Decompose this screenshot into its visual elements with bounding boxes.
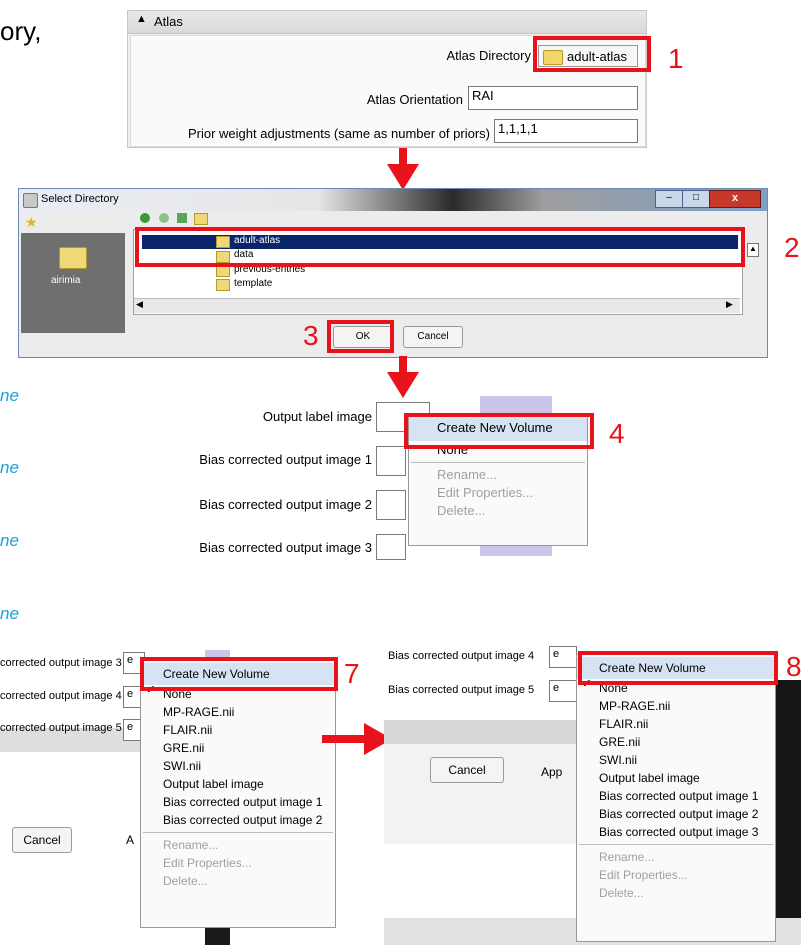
menu-item[interactable]: Bias corrected output image 2 xyxy=(141,811,335,829)
menu-item[interactable]: GRE.nii xyxy=(577,733,775,751)
menu-item[interactable]: Bias corrected output image 2 xyxy=(577,805,775,823)
panel7-apply-fragment[interactable]: A xyxy=(126,833,134,847)
panel8-dark-area xyxy=(776,680,801,945)
bias-output-2-label: Bias corrected output image 2 xyxy=(199,497,372,512)
menu-rename: Rename... xyxy=(599,850,655,864)
step2-highlight xyxy=(135,227,745,267)
menu-item[interactable]: SWI.nii xyxy=(141,757,335,775)
intro-text-fragment: ory, xyxy=(0,16,42,46)
maximize-button[interactable]: □ xyxy=(682,190,710,208)
step-number-4: 4 xyxy=(609,418,625,449)
output-label-image-label: Output label image xyxy=(262,409,372,424)
step-number-8: 8 xyxy=(786,651,801,682)
step1-highlight xyxy=(533,36,651,72)
menu-rename: Rename... xyxy=(163,838,219,852)
menu-item[interactable]: Output label image xyxy=(141,775,335,793)
menu-item[interactable]: Output label image xyxy=(577,769,775,787)
place-label[interactable]: airimia xyxy=(51,275,80,286)
output-field[interactable] xyxy=(376,446,406,476)
panel8-volume-menu: Create New Volume None MP-RAGE.nii FLAIR… xyxy=(576,654,776,942)
panel8-cancel-button[interactable]: Cancel xyxy=(430,757,504,783)
folder-icon xyxy=(216,279,230,291)
panel8-label-4: Bias corrected output image 4 xyxy=(388,650,535,662)
place-folder-icon[interactable] xyxy=(59,247,87,269)
menu-separator xyxy=(579,844,773,845)
cyan-text-fragment: ne xyxy=(0,531,19,550)
cancel-button[interactable]: Cancel xyxy=(403,326,463,348)
panel8-label-5: Bias corrected output image 5 xyxy=(388,684,535,696)
step3-highlight xyxy=(327,320,394,353)
panel8-field[interactable]: e xyxy=(549,680,577,702)
favorites-star-icon[interactable]: ★ xyxy=(25,214,38,231)
nav-forward-icon[interactable] xyxy=(159,213,169,223)
menu-edit-properties: Edit Properties... xyxy=(599,868,688,882)
scroll-left-icon[interactable]: ◀ xyxy=(136,299,143,310)
menu-item[interactable]: GRE.nii xyxy=(141,739,335,757)
down-arrow-2-head xyxy=(387,372,419,398)
atlas-orientation-label: Atlas Orientation xyxy=(366,92,463,107)
prior-weight-label: Prior weight adjustments (same as number… xyxy=(187,126,490,141)
bias-output-3-label: Bias corrected output image 3 xyxy=(199,540,372,555)
menu-item[interactable]: Bias corrected output image 1 xyxy=(141,793,335,811)
prior-weight-field[interactable]: 1,1,1,1 xyxy=(494,119,638,143)
menu-item[interactable]: FLAIR.nii xyxy=(141,721,335,739)
step4-highlight xyxy=(404,413,594,449)
atlas-panel-header[interactable]: ▲ Atlas xyxy=(128,11,646,34)
right-arrow-shaft xyxy=(322,735,368,743)
panel8-apply-fragment[interactable]: App xyxy=(541,765,562,779)
step-number-1: 1 xyxy=(668,43,684,74)
menu-delete: Delete... xyxy=(599,886,644,900)
folder-name: template xyxy=(234,278,273,289)
menu-item[interactable]: MP-RAGE.nii xyxy=(577,697,775,715)
horizontal-scrollbar[interactable]: ◀ ▶ xyxy=(134,298,740,313)
step-number-7: 7 xyxy=(344,658,360,689)
scroll-right-icon[interactable]: ▶ xyxy=(726,299,733,310)
panel7-cancel-button[interactable]: Cancel xyxy=(12,827,72,853)
dialog-titlebar: Select Directory – □ x xyxy=(19,189,767,211)
menu-item[interactable]: SWI.nii xyxy=(577,751,775,769)
menu-edit-properties: Edit Properties... xyxy=(437,485,534,500)
menu-item[interactable]: MP-RAGE.nii xyxy=(141,703,335,721)
panel7-label-5: corrected output image 5 xyxy=(0,722,122,734)
output-field[interactable] xyxy=(376,534,406,560)
menu-item[interactable]: Bias corrected output image 3 xyxy=(577,823,775,841)
down-arrow-1-head xyxy=(387,164,419,190)
menu-delete: Delete... xyxy=(437,503,486,518)
menu-item[interactable]: FLAIR.nii xyxy=(577,715,775,733)
nav-up-icon[interactable] xyxy=(177,213,187,223)
menu-separator xyxy=(411,462,585,463)
panel8-field[interactable]: e xyxy=(549,646,577,668)
close-button[interactable]: x xyxy=(709,190,761,208)
new-folder-icon[interactable] xyxy=(194,213,208,225)
panel7-volume-menu: Create New Volume None MP-RAGE.nii FLAIR… xyxy=(140,660,336,928)
menu-delete: Delete... xyxy=(163,874,208,888)
menu-item[interactable]: Bias corrected output image 1 xyxy=(577,787,775,805)
panel7-label-3: corrected output image 3 xyxy=(0,657,122,669)
atlas-directory-label: Atlas Directory xyxy=(446,48,531,63)
step7-highlight xyxy=(140,657,338,691)
places-panel: airimia xyxy=(21,233,125,333)
cyan-text-fragment: ne xyxy=(0,386,19,405)
output-field[interactable] xyxy=(376,490,406,520)
app-icon xyxy=(23,193,38,208)
step-number-3: 3 xyxy=(303,320,319,351)
scroll-up-icon[interactable]: ▲ xyxy=(747,243,759,257)
menu-separator xyxy=(143,832,333,833)
step-number-2: 2 xyxy=(784,232,800,263)
dialog-title: Select Directory xyxy=(41,193,119,205)
cyan-text-fragment: ne xyxy=(0,458,19,477)
step8-highlight xyxy=(578,651,778,685)
atlas-panel-title: Atlas xyxy=(154,14,183,29)
menu-rename: Rename... xyxy=(437,467,497,482)
minimize-button[interactable]: – xyxy=(655,190,683,208)
nav-back-icon[interactable] xyxy=(140,213,150,223)
bias-output-1-label: Bias corrected output image 1 xyxy=(199,452,372,467)
atlas-orientation-field[interactable]: RAI xyxy=(468,86,638,110)
collapse-arrow-icon: ▲ xyxy=(136,13,147,25)
cyan-text-fragment: ne xyxy=(0,604,19,623)
atlas-panel: ▲ Atlas Atlas Directory adult-atlas Atla… xyxy=(127,10,647,148)
menu-edit-properties: Edit Properties... xyxy=(163,856,252,870)
folder-row[interactable]: template xyxy=(216,278,416,292)
panel7-label-4: corrected output image 4 xyxy=(0,690,122,702)
